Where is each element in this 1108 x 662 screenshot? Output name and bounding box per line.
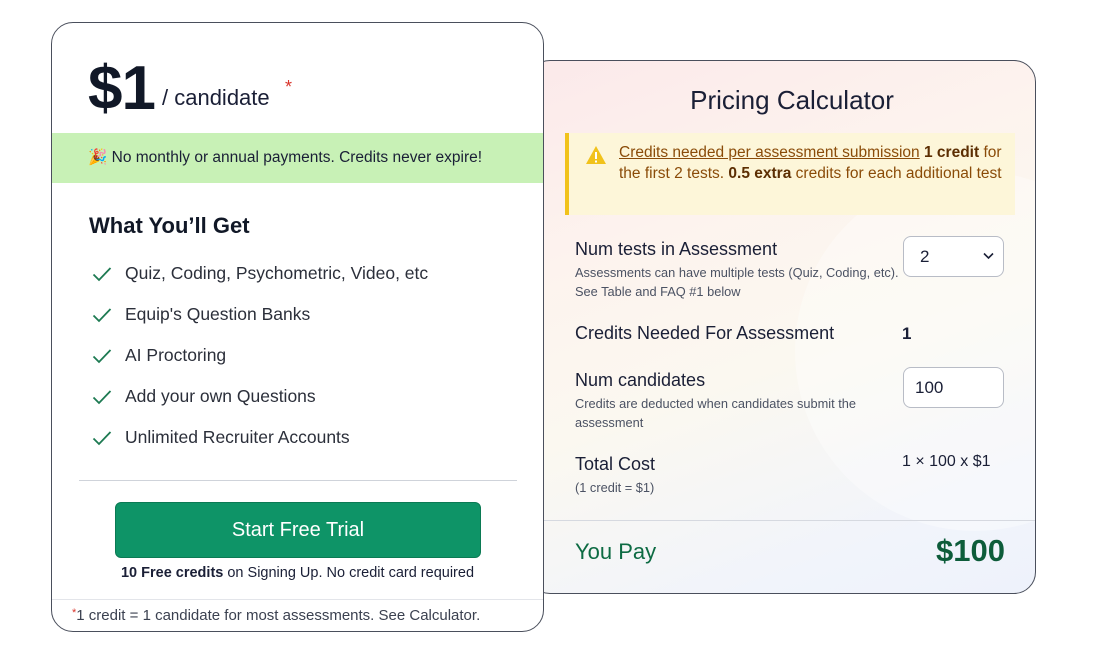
price-asterisk: * xyxy=(285,77,293,97)
credits-needed-value: 1 xyxy=(902,324,912,343)
feature-item: Equip's Question Banks xyxy=(92,304,310,325)
credits-needed-label: Credits Needed For Assessment xyxy=(575,323,835,343)
calculator-title: Pricing Calculator xyxy=(690,85,894,115)
num-tests-row: Num tests in Assessment Assessments can … xyxy=(575,239,905,301)
feature-label: Add your own Questions xyxy=(125,386,316,406)
num-tests-help: Assessments can have multiple tests (Qui… xyxy=(575,265,899,299)
feature-item: Add your own Questions xyxy=(92,386,316,407)
feature-item: Unlimited Recruiter Accounts xyxy=(92,427,350,448)
check-icon xyxy=(92,307,112,322)
num-tests-select[interactable]: 2 xyxy=(903,236,1004,277)
warning-bold-extra: 0.5 extra xyxy=(728,164,792,182)
chevron-down-icon xyxy=(983,252,994,260)
free-credits-rest: on Signing Up. No credit card required xyxy=(223,565,475,581)
warning-text-2: credits for each additional test xyxy=(795,164,1002,182)
credit-footnote: *1 credit = 1 candidate for most assessm… xyxy=(72,607,480,624)
total-cost-formula: 1 × 100 x $1 xyxy=(902,453,991,470)
you-pay-amount: $100 xyxy=(936,533,1005,568)
pricing-calculator-card: Pricing Calculator Credits needed per as… xyxy=(528,60,1036,594)
feature-label: Unlimited Recruiter Accounts xyxy=(125,427,350,447)
features-title: What You’ll Get xyxy=(89,213,250,238)
num-tests-value: 2 xyxy=(920,247,930,266)
footnote-text: 1 credit = 1 candidate for most assessme… xyxy=(76,607,481,624)
check-icon xyxy=(92,389,112,404)
start-free-trial-button[interactable]: Start Free Trial xyxy=(115,502,481,558)
credits-needed-row: Credits Needed For Assessment xyxy=(575,323,834,344)
plan-card: $1 / candidate * 🎉 No monthly or annual … xyxy=(51,22,544,632)
credits-needed-link[interactable]: Credits needed per assessment submission xyxy=(619,144,920,161)
free-credits-bold: 10 Free credits xyxy=(120,565,224,581)
party-popper-icon: 🎉 xyxy=(88,149,108,166)
price-amount: $1 xyxy=(88,54,156,123)
num-candidates-row: Num candidates Credits are deducted when… xyxy=(575,370,895,432)
you-pay-label: You Pay xyxy=(575,539,657,564)
feature-label: AI Proctoring xyxy=(125,345,227,365)
credits-warning-box: Credits needed per assessment submission… xyxy=(565,133,1015,215)
price-unit: / candidate xyxy=(162,85,270,110)
check-icon xyxy=(92,266,112,281)
free-credits-note: 10 Free credits on Signing Up. No credit… xyxy=(52,565,543,581)
warning-bold-credit: 1 credit xyxy=(924,144,980,161)
calculator-divider xyxy=(529,520,1035,521)
feature-item: AI Proctoring xyxy=(92,345,226,366)
plan-divider xyxy=(79,480,517,481)
num-candidates-label: Num candidates xyxy=(575,370,706,390)
num-candidates-help: Credits are deducted when candidates sub… xyxy=(575,396,856,430)
no-subscription-banner: 🎉 No monthly or annual payments. Credits… xyxy=(52,133,543,183)
num-candidates-value: 100 xyxy=(915,378,944,397)
check-icon xyxy=(92,430,112,445)
num-tests-label: Num tests in Assessment xyxy=(575,239,778,259)
banner-text: No monthly or annual payments. Credits n… xyxy=(111,149,483,166)
total-cost-help: (1 credit = $1) xyxy=(575,480,655,495)
feature-label: Quiz, Coding, Psychometric, Video, etc xyxy=(125,263,429,283)
total-cost-label: Total Cost xyxy=(575,454,656,474)
footnote-divider xyxy=(52,599,543,600)
total-cost-row: Total Cost (1 credit = $1) xyxy=(575,454,655,497)
feature-item: Quiz, Coding, Psychometric, Video, etc xyxy=(92,263,428,284)
num-candidates-input[interactable]: 100 xyxy=(903,367,1004,408)
warning-triangle-icon xyxy=(586,146,606,164)
feature-label: Equip's Question Banks xyxy=(125,304,311,324)
check-icon xyxy=(92,348,112,363)
